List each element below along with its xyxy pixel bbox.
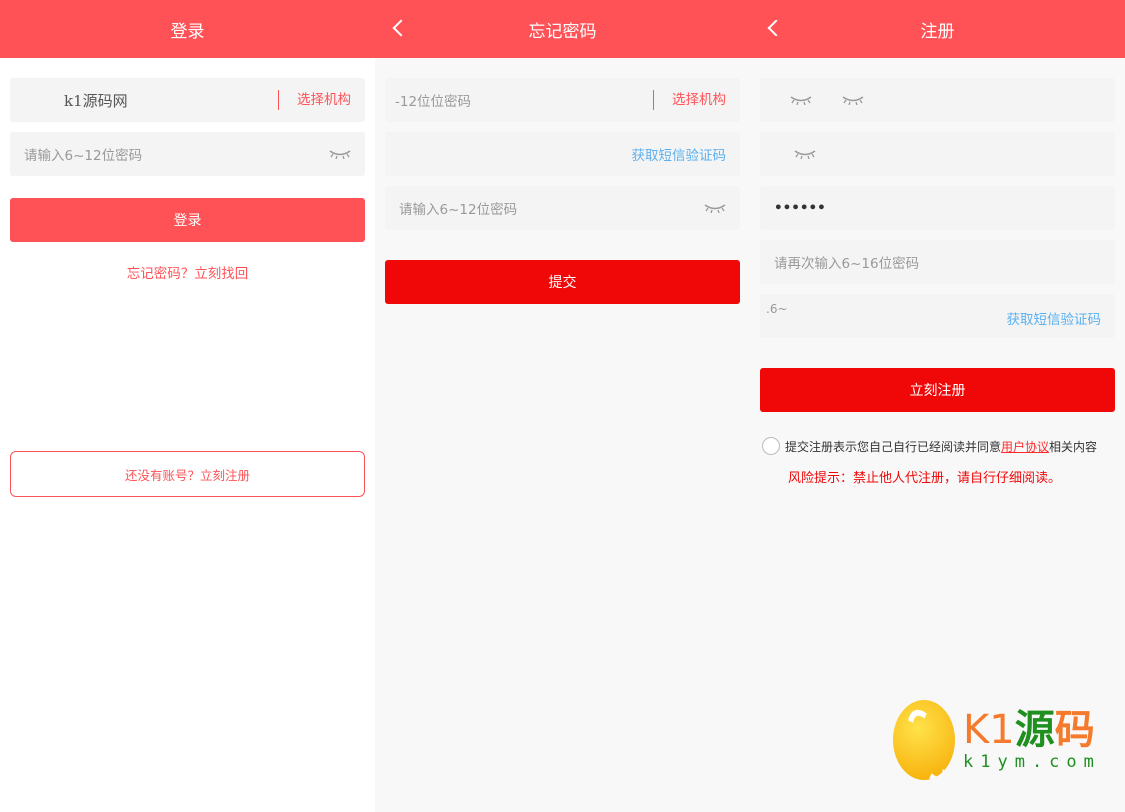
login-panel: 登录 k1源码网 选择机构 请输入6~12位密码 登录 忘记密码？立刻找回 还没有… — [0, 0, 375, 812]
get-sms-code-button[interactable]: 获取短信验证码 — [632, 144, 727, 164]
header: 登录 — [0, 0, 375, 58]
eye-closed-icon[interactable] — [704, 203, 726, 213]
select-org-button[interactable]: 选择机构 — [653, 90, 726, 110]
forgot-panel: 忘记密码 -12位位密码 选择机构 获取短信验证码 请输入6~12位密码 提交 — [375, 0, 750, 812]
agreement: 提交注册表示您自己自行已经阅读并同意 用户协议 相关内容 — [762, 437, 1097, 455]
logo-k1: K1 — [963, 707, 1015, 753]
register-button[interactable]: 立刻注册 — [760, 368, 1115, 412]
account-input[interactable]: -12位位密码 选择机构 — [385, 78, 740, 122]
account-input[interactable]: k1源码网 选择机构 — [10, 78, 365, 122]
forgot-password-link[interactable]: 忘记密码？立刻找回 — [0, 262, 375, 282]
eye-closed-icon — [794, 149, 816, 159]
confirm-password-input[interactable]: 请再次输入6~16位密码 — [760, 240, 1115, 284]
name-input[interactable] — [760, 132, 1115, 176]
header: 注册 — [750, 0, 1125, 58]
phone-input[interactable] — [760, 78, 1115, 122]
agree-checkbox[interactable] — [762, 437, 780, 455]
sms-code-input[interactable]: 获取短信验证码 — [385, 132, 740, 176]
page-title: 注册 — [920, 21, 955, 42]
risk-warning: 风险提示：禁止他人代注册，请自行仔细阅读。 — [788, 471, 1062, 486]
logo-domain: k1ym.com — [963, 752, 1101, 772]
page-title: 忘记密码 — [528, 21, 597, 42]
logo-egg-icon — [893, 700, 955, 780]
register-panel: 注册 •••••• 请再次输入6~16位密码 .6~ 获取短信验证码 立刻注册 提… — [750, 0, 1125, 812]
back-icon[interactable] — [392, 19, 410, 37]
password-input[interactable]: 请输入6~12位密码 — [10, 132, 365, 176]
eye-closed-icon[interactable] — [329, 149, 351, 159]
sms-code-input[interactable]: .6~ 获取短信验证码 — [760, 294, 1115, 338]
eye-closed-icon — [842, 95, 864, 105]
back-icon[interactable] — [767, 19, 785, 37]
logo-ma: 码 — [1054, 707, 1095, 753]
login-button[interactable]: 登录 — [10, 198, 365, 242]
eye-closed-icon — [790, 95, 812, 105]
password-input[interactable]: •••••• — [760, 186, 1115, 230]
k1ym-logo: K1源码 k1ym.com — [893, 700, 1101, 780]
header: 忘记密码 — [375, 0, 750, 58]
page-title: 登录 — [170, 21, 205, 42]
user-agreement-link[interactable]: 用户协议 — [1001, 438, 1049, 455]
select-org-button[interactable]: 选择机构 — [278, 90, 351, 110]
get-sms-code-button[interactable]: 获取短信验证码 — [1007, 308, 1102, 328]
logo-yuan: 源 — [1014, 707, 1055, 753]
register-link[interactable]: 还没有账号？立刻注册 — [10, 451, 365, 497]
password-input[interactable]: 请输入6~12位密码 — [385, 186, 740, 230]
submit-button[interactable]: 提交 — [385, 260, 740, 304]
